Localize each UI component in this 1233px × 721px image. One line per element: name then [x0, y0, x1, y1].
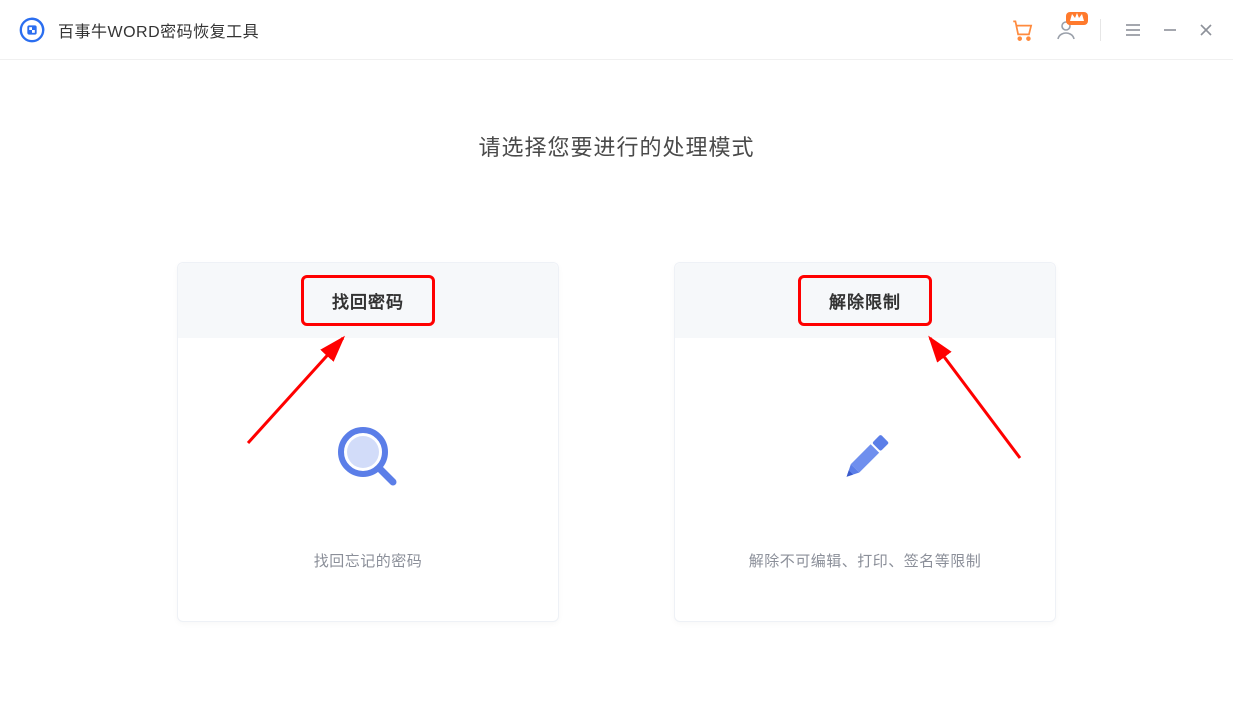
annotation-arrow-icon — [910, 328, 1030, 463]
titlebar: 百事牛WORD密码恢复工具 — [0, 0, 1233, 60]
separator — [1100, 19, 1101, 41]
main-content: 请选择您要进行的处理模式 找回密码 找回忘记的密码 — [0, 60, 1233, 622]
app-title: 百事牛WORD密码恢复工具 — [58, 18, 259, 42]
menu-icon[interactable] — [1123, 20, 1143, 40]
card-title-recover: 找回密码 — [332, 288, 404, 313]
minimize-button[interactable] — [1161, 21, 1179, 39]
app-logo-icon — [18, 16, 46, 44]
page-heading: 请选择您要进行的处理模式 — [478, 130, 754, 162]
user-icon[interactable] — [1054, 18, 1078, 42]
card-header: 解除限制 — [675, 263, 1055, 338]
card-icon-area — [830, 338, 900, 550]
cart-icon[interactable] — [1010, 17, 1036, 43]
card-title-unlock: 解除限制 — [829, 288, 901, 313]
annotation-highlight-box: 找回密码 — [301, 275, 435, 326]
titlebar-left: 百事牛WORD密码恢复工具 — [18, 16, 259, 44]
card-desc-recover: 找回忘记的密码 — [314, 550, 423, 571]
close-button[interactable] — [1197, 21, 1215, 39]
card-header: 找回密码 — [178, 263, 558, 338]
pencil-icon — [830, 422, 900, 492]
cards-container: 找回密码 找回忘记的密码 解除限制 — [177, 262, 1056, 622]
vip-badge — [1066, 12, 1088, 25]
card-remove-restrictions[interactable]: 解除限制 解除不可编辑、打印、签名等限制 — [674, 262, 1056, 622]
magnifier-icon — [333, 422, 403, 492]
annotation-highlight-box: 解除限制 — [798, 275, 932, 326]
titlebar-right — [1010, 17, 1215, 43]
card-icon-area — [333, 338, 403, 550]
card-desc-unlock: 解除不可编辑、打印、签名等限制 — [749, 550, 982, 571]
card-recover-password[interactable]: 找回密码 找回忘记的密码 — [177, 262, 559, 622]
